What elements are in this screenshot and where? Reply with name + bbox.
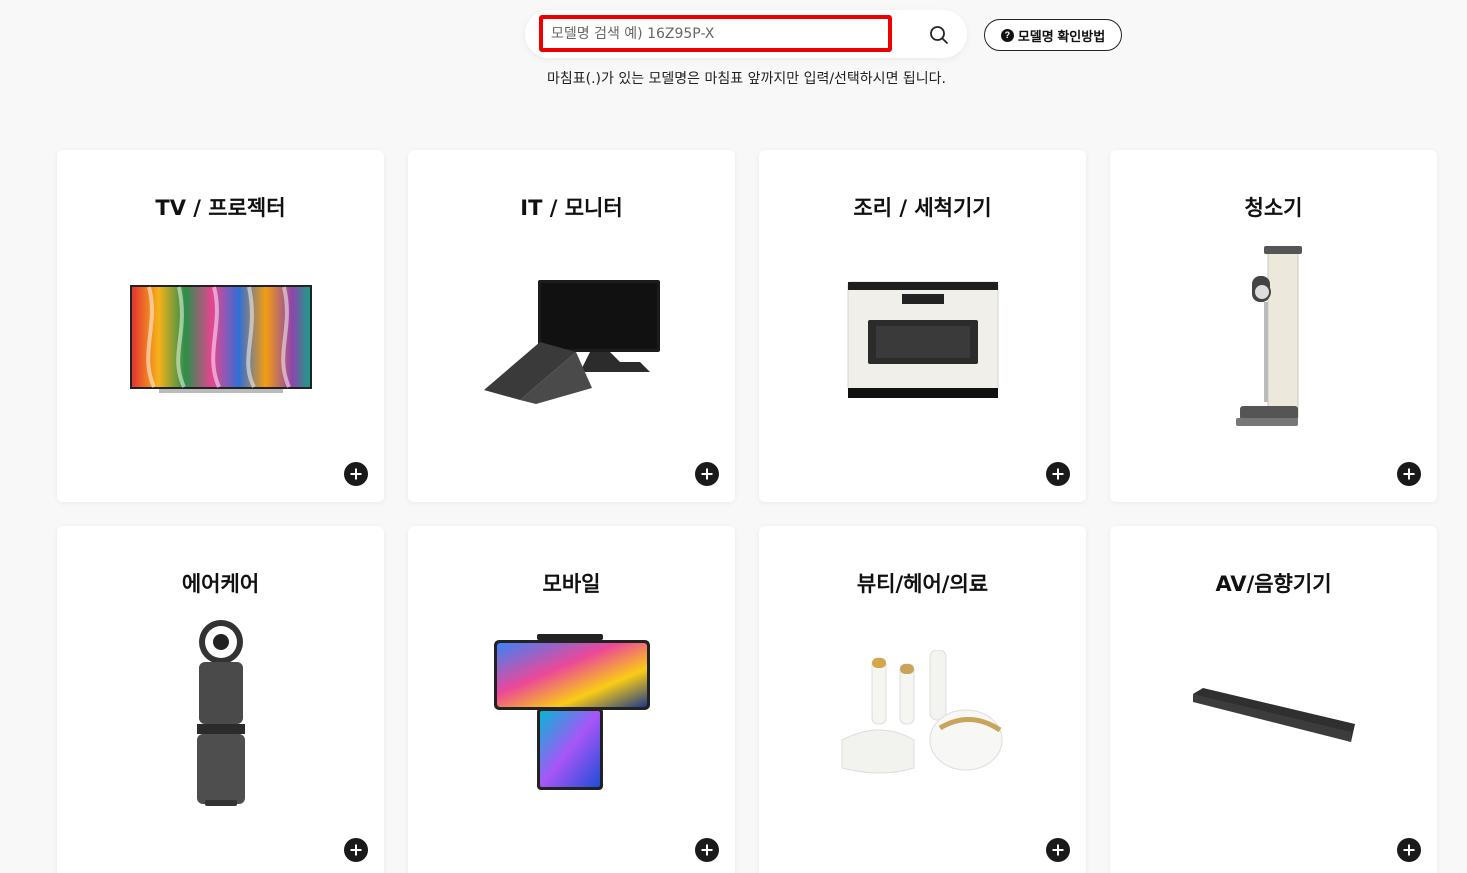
category-title: AV/음향기기 [1215, 572, 1332, 596]
expand-button[interactable] [344, 462, 368, 486]
category-title: 뷰티/헤어/의료 [856, 572, 989, 596]
phone-image [493, 634, 650, 790]
category-card-cooking[interactable]: 조리 / 세척기기 [759, 150, 1086, 502]
category-card-av[interactable]: AV/음향기기 [1110, 526, 1437, 873]
expand-button[interactable] [695, 462, 719, 486]
category-title: 에어케어 [181, 572, 260, 596]
monitor-laptop-image [483, 280, 660, 404]
category-title: TV / 프로젝터 [155, 196, 286, 220]
search-icon [930, 26, 948, 44]
search-button[interactable] [928, 24, 950, 46]
model-howto-button[interactable]: ? 모델명 확인방법 [984, 19, 1122, 51]
category-card-beauty[interactable]: 뷰티/헤어/의료 [759, 526, 1086, 873]
category-card-tv[interactable]: TV / 프로젝터 [57, 150, 384, 502]
expand-button[interactable] [1046, 462, 1070, 486]
question-icon: ? [1000, 28, 1014, 42]
category-card-it[interactable]: IT / 모니터 [408, 150, 735, 502]
expand-button[interactable] [695, 838, 719, 862]
category-title: IT / 모니터 [520, 196, 623, 220]
model-howto-label: 모델명 확인방법 [1017, 28, 1106, 44]
air-purifier-image [196, 620, 245, 806]
category-title: 청소기 [1244, 196, 1303, 220]
category-title: 조리 / 세척기기 [853, 196, 992, 220]
oven-image [847, 281, 998, 398]
category-card-vacuum[interactable]: 청소기 [1110, 150, 1437, 502]
model-search-input[interactable] [539, 15, 892, 52]
soundbar-image [1192, 688, 1355, 742]
expand-button[interactable] [1397, 462, 1421, 486]
model-search-page: ? 모델명 확인방법 마침표(.)가 있는 모델명은 마침표 앞까지만 입력/선… [0, 0, 1467, 873]
category-card-aircare[interactable]: 에어케어 [57, 526, 384, 873]
category-card-mobile[interactable]: 모바일 [408, 526, 735, 873]
search-hint: 마침표(.)가 있는 모델명은 마침표 앞까지만 입력/선택하시면 됩니다. [546, 71, 946, 87]
category-title: 모바일 [542, 572, 601, 596]
beauty-devices-image [841, 650, 1002, 774]
expand-button[interactable] [344, 838, 368, 862]
tv-image [129, 285, 312, 393]
vacuum-image [1235, 246, 1302, 426]
expand-button[interactable] [1397, 838, 1421, 862]
expand-button[interactable] [1046, 838, 1070, 862]
